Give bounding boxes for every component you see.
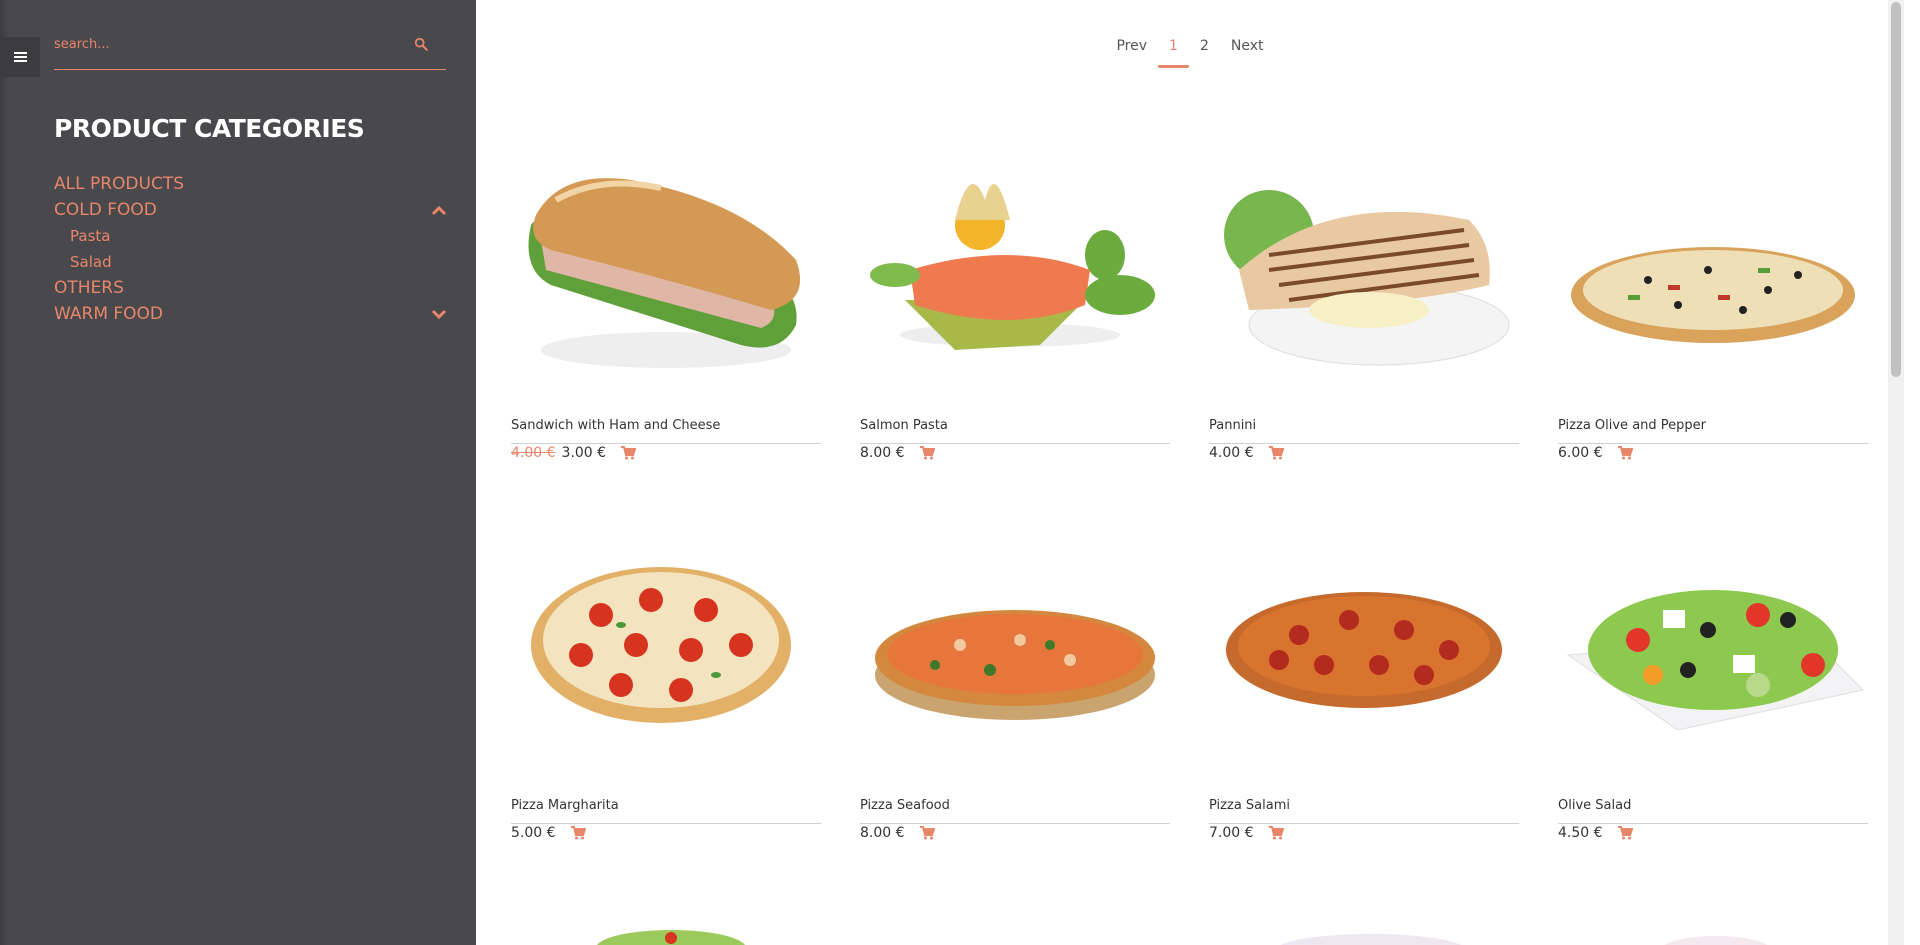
category-cold-food[interactable]: COLD FOOD xyxy=(54,197,448,223)
product-image-partial xyxy=(1280,934,1462,945)
search-bar xyxy=(54,22,446,70)
pizza-margharita-image[interactable] xyxy=(511,540,821,780)
product-price: 6.00 € xyxy=(1558,445,1603,461)
product-price-row: 4.00 € xyxy=(1209,445,1284,461)
cart-icon[interactable] xyxy=(919,826,935,840)
pizza-salami-image[interactable] xyxy=(1209,540,1519,780)
sidebar: PRODUCT CATEGORIES ALL PRODUCTS COLD FOO… xyxy=(0,0,476,945)
sidebar-shadow xyxy=(0,0,8,945)
product-price: 5.00 € xyxy=(511,825,556,841)
cart-icon[interactable] xyxy=(1268,446,1284,460)
chevron-down-icon[interactable] xyxy=(430,307,448,321)
hamburger-icon xyxy=(13,52,27,62)
product-image-partial xyxy=(1664,936,1768,945)
pannini-image[interactable] xyxy=(1209,160,1519,400)
category-others[interactable]: OTHERS xyxy=(54,275,448,301)
product-name[interactable]: Pannini xyxy=(1209,418,1519,444)
product-price-row: 6.00 € xyxy=(1558,445,1633,461)
category-list: ALL PRODUCTS COLD FOOD Pasta Salad OTHER… xyxy=(54,171,448,327)
product-price-row: 4.00 € 3.00 € xyxy=(511,445,637,461)
category-all-products[interactable]: ALL PRODUCTS xyxy=(54,171,448,197)
scrollbar-thumb[interactable] xyxy=(1891,2,1901,377)
pagination-prev[interactable]: Prev xyxy=(1105,32,1158,60)
product-price-row: 5.00 € xyxy=(511,825,586,841)
product-image-partial xyxy=(597,930,745,945)
pizza-olive-image[interactable] xyxy=(1558,160,1868,400)
product-price: 8.00 € xyxy=(860,825,905,841)
pagination: Prev 1 2 Next xyxy=(476,32,1904,68)
cart-icon[interactable] xyxy=(919,446,935,460)
product-name[interactable]: Sandwich with Ham and Cheese xyxy=(511,418,821,444)
cart-icon[interactable] xyxy=(620,446,637,460)
pizza-seafood-image[interactable] xyxy=(860,540,1170,780)
product-price: 7.00 € xyxy=(1209,825,1254,841)
product-price-row: 8.00 € xyxy=(860,825,935,841)
search-input[interactable] xyxy=(54,30,394,58)
product-name[interactable]: Olive Salad xyxy=(1558,798,1868,824)
product-grid-area: Prev 1 2 Next Sandwich with Ham and Chee… xyxy=(476,0,1904,945)
category-salad[interactable]: Salad xyxy=(54,249,448,275)
search-icon[interactable] xyxy=(414,37,428,51)
product-price-row: 4.50 € xyxy=(1558,825,1633,841)
cart-icon[interactable] xyxy=(570,826,586,840)
product-price: 4.00 € xyxy=(1209,445,1254,461)
category-label: ALL PRODUCTS xyxy=(54,174,184,194)
product-name[interactable]: Pizza Olive and Pepper xyxy=(1558,418,1868,444)
cart-icon[interactable] xyxy=(1617,446,1633,460)
old-price: 4.00 € xyxy=(511,445,556,461)
product-price-row: 8.00 € xyxy=(860,445,935,461)
scrollbar[interactable] xyxy=(1888,0,1904,945)
product-price: 3.00 € xyxy=(561,445,607,461)
product-price: 4.50 € xyxy=(1558,825,1603,841)
cart-icon[interactable] xyxy=(1617,826,1633,840)
product-price: 8.00 € xyxy=(860,445,905,461)
chevron-up-icon[interactable] xyxy=(430,203,448,217)
sandwich-image[interactable] xyxy=(511,160,821,400)
cart-icon[interactable] xyxy=(1268,826,1284,840)
product-price-row: 7.00 € xyxy=(1209,825,1284,841)
category-label: Pasta xyxy=(70,227,111,245)
menu-toggle-button[interactable] xyxy=(0,37,40,77)
pagination-next[interactable]: Next xyxy=(1220,32,1275,60)
product-name[interactable]: Pizza Margharita xyxy=(511,798,821,824)
product-name[interactable]: Salmon Pasta xyxy=(860,418,1170,444)
pagination-page-2[interactable]: 2 xyxy=(1189,32,1220,60)
categories-heading: PRODUCT CATEGORIES xyxy=(54,114,365,143)
category-label: COLD FOOD xyxy=(54,200,157,220)
category-label: Salad xyxy=(70,253,112,271)
category-pasta[interactable]: Pasta xyxy=(54,223,448,249)
salmon-pasta-image[interactable] xyxy=(860,160,1170,400)
category-label: OTHERS xyxy=(54,278,124,298)
category-label: WARM FOOD xyxy=(54,304,164,324)
pagination-page-1[interactable]: 1 xyxy=(1158,32,1189,68)
product-name[interactable]: Pizza Seafood xyxy=(860,798,1170,824)
category-warm-food[interactable]: WARM FOOD xyxy=(54,301,448,327)
olive-salad-image[interactable] xyxy=(1558,540,1868,780)
product-name[interactable]: Pizza Salami xyxy=(1209,798,1519,824)
